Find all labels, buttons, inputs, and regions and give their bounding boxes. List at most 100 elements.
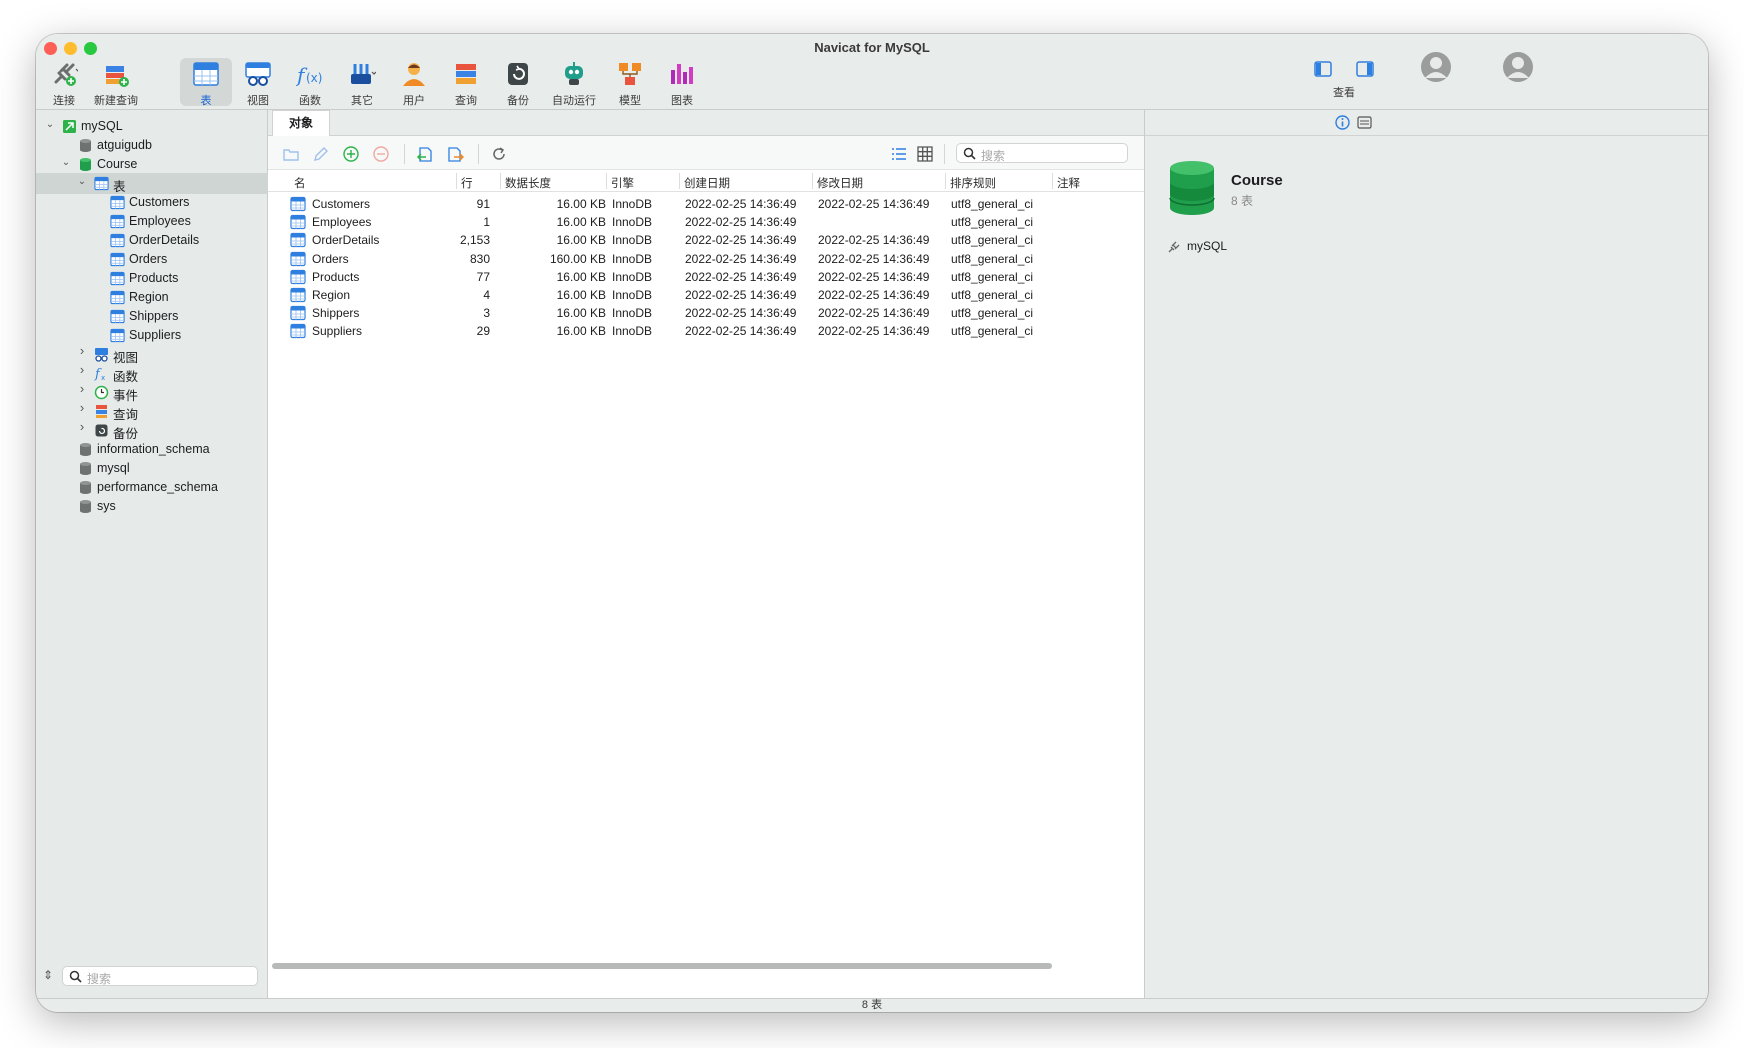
tree-group-item[interactable]: › 事件 (36, 382, 268, 403)
tree-table-item[interactable]: Employees (36, 211, 268, 232)
tree-connection-mysql[interactable]: ⌄ mySQL (36, 116, 268, 137)
tree-database[interactable]: sys (36, 496, 268, 517)
tree-database[interactable]: information_schema (36, 439, 268, 460)
table-icon (290, 323, 306, 339)
tree-table-item[interactable]: Customers (36, 192, 268, 213)
toolbar-user-button[interactable]: 用户 (388, 58, 440, 107)
toolbar-view-button[interactable]: 视图 (232, 58, 284, 107)
tree-database[interactable]: atguigudb (36, 135, 268, 156)
tree-database[interactable]: mysql (36, 458, 268, 479)
column-header[interactable]: 引擎 (611, 175, 634, 191)
cell-size: 16.00 KB (556, 306, 606, 321)
import-icon[interactable] (416, 145, 434, 163)
design-pencil-icon[interactable] (312, 145, 330, 163)
avatar[interactable] (1420, 51, 1452, 83)
sidebar-search-input[interactable]: 搜索 (62, 966, 258, 986)
table-row[interactable]: Region 4 16.00 KB InnoDB 2022-02-25 14:36:49… (268, 287, 1144, 305)
tree-group-item[interactable]: › 视图 (36, 344, 268, 365)
chevron-down-icon[interactable]: ⌄ (60, 157, 72, 169)
tree-group-item[interactable]: › f x 函数 (36, 363, 268, 384)
chevron-right-icon[interactable]: › (76, 420, 88, 433)
tree-group-item[interactable]: › 查询 (36, 401, 268, 422)
chevron-right-icon[interactable]: › (76, 344, 88, 357)
chevron-right-icon[interactable]: › (76, 363, 88, 376)
object-search-input[interactable]: 搜索 (956, 143, 1128, 163)
tree-table-item[interactable]: Products (36, 268, 268, 289)
automation-robot-icon (565, 62, 583, 85)
table-row[interactable]: Customers 91 16.00 KB InnoDB 2022-02-25 14:3… (268, 196, 1144, 214)
database-icon (78, 480, 93, 495)
tree-tables-node[interactable]: ⌄ 表 (36, 173, 268, 194)
tree-database[interactable]: performance_schema (36, 477, 268, 498)
tree-item-label: Employees (129, 214, 191, 228)
column-divider[interactable] (456, 173, 457, 189)
column-header[interactable]: 修改日期 (817, 175, 863, 191)
column-divider[interactable] (812, 173, 813, 189)
tree-table-item[interactable]: Region (36, 287, 268, 308)
toolbar-other-button[interactable]: 其它 (336, 58, 388, 107)
delete-object-icon[interactable] (372, 145, 390, 163)
new-query-icon (106, 66, 129, 87)
account-avatar[interactable] (1502, 51, 1534, 83)
table-row[interactable]: Suppliers 29 16.00 KB InnoDB 2022-02-25 14:3… (268, 323, 1144, 341)
table-row[interactable]: Shippers 3 16.00 KB InnoDB 2022-02-25 14:36:… (268, 305, 1144, 323)
toolbar-model-button[interactable]: 模型 (604, 58, 656, 107)
column-header[interactable]: 数据长度 (505, 175, 551, 191)
cell-engine: InnoDB (612, 306, 653, 321)
toolbar-backup-button[interactable]: 备份 (492, 58, 544, 107)
column-divider[interactable] (500, 173, 501, 189)
column-divider[interactable] (1052, 173, 1053, 189)
chevron-right-icon[interactable]: › (76, 382, 88, 395)
ddl-icon[interactable] (1357, 115, 1372, 130)
column-header[interactable]: 排序规则 (950, 175, 996, 191)
add-object-icon[interactable] (342, 145, 360, 163)
chevron-down-icon[interactable]: ⌄ (44, 119, 56, 131)
tab-objects[interactable]: 对象 (272, 110, 330, 136)
table-icon (110, 195, 125, 210)
toolbar-automation-button[interactable]: 自动运行 (544, 58, 604, 107)
navigation-sidebar: ⌄ mySQL atguigudb ⌄ Course ⌄ 表 Customers Employe… (36, 110, 268, 998)
toolbar-new-query-button[interactable]: 新建查询 (90, 58, 142, 107)
toolbar-chart-button[interactable]: 图表 (656, 58, 708, 107)
column-header[interactable]: 行 (461, 175, 473, 191)
cell-modified: 2022-02-25 14:36:49 (818, 233, 930, 248)
column-header[interactable]: 名 (294, 175, 306, 191)
toolbar-connect-button[interactable]: 连接 (38, 58, 90, 107)
info-icon[interactable] (1335, 115, 1350, 130)
table-icon (193, 62, 219, 86)
chevron-down-icon[interactable]: ⌄ (76, 176, 88, 188)
open-object-icon[interactable] (282, 145, 300, 163)
column-header[interactable]: 注释 (1057, 175, 1080, 191)
toolbar-query-button[interactable]: 查询 (440, 58, 492, 107)
tree-table-item[interactable]: OrderDetails (36, 230, 268, 251)
chevron-right-icon[interactable]: › (76, 401, 88, 414)
cell-collation: utf8_general_ci (951, 215, 1034, 230)
tree-group-item[interactable]: › 备份 (36, 420, 268, 441)
table-row[interactable]: OrderDetails 2,153 16.00 KB InnoDB 2022-02-2… (268, 232, 1144, 250)
toolbar-table-button[interactable]: 表 (180, 58, 232, 107)
tree-table-item[interactable]: Suppliers (36, 325, 268, 346)
column-divider[interactable] (945, 173, 946, 189)
export-icon[interactable] (446, 145, 464, 163)
table-row[interactable]: Products 77 16.00 KB InnoDB 2022-02-25 14:36… (268, 269, 1144, 287)
list-view-icon[interactable] (890, 145, 908, 163)
cell-rows: 3 (483, 306, 490, 321)
toggle-sidebar-right-icon[interactable] (1356, 61, 1374, 77)
connection-icon (62, 119, 77, 134)
filter-toggle-icon[interactable]: ⇕ (40, 968, 56, 984)
table-row[interactable]: Orders 830 160.00 KB InnoDB 2022-02-25 14:36… (268, 251, 1144, 269)
column-divider[interactable] (679, 173, 680, 189)
cell-created: 2022-02-25 14:36:49 (685, 288, 797, 302)
table-row[interactable]: Employees 1 16.00 KB InnoDB 2022-02-25 14:36… (268, 214, 1144, 232)
horizontal-scrollbar[interactable] (270, 961, 1142, 971)
column-header[interactable]: 创建日期 (684, 175, 730, 191)
refresh-icon[interactable] (490, 145, 508, 163)
tree-table-item[interactable]: Shippers (36, 306, 268, 327)
toggle-sidebar-left-icon[interactable] (1314, 61, 1332, 77)
grid-view-icon[interactable] (916, 145, 934, 163)
column-divider[interactable] (606, 173, 607, 189)
tree-database-course[interactable]: ⌄ Course (36, 154, 268, 175)
tree-table-item[interactable]: Orders (36, 249, 268, 270)
toolbar-function-button[interactable]: f (x) 函数 (284, 58, 336, 107)
database-icon (78, 499, 93, 514)
